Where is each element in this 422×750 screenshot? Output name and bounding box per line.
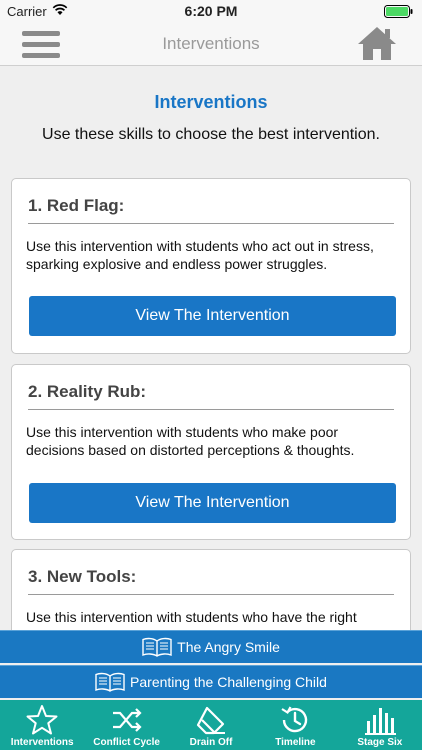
status-time: 6:20 PM bbox=[184, 3, 238, 19]
card-title: 1. Red Flag: bbox=[28, 196, 125, 215]
card-title: 2. Reality Rub: bbox=[28, 382, 147, 401]
tab-interventions[interactable]: Interventions bbox=[0, 700, 84, 750]
card-divider bbox=[28, 223, 394, 224]
history-icon bbox=[281, 706, 308, 733]
status-bar: Carrier 6:20 PM bbox=[0, 0, 422, 22]
home-button[interactable] bbox=[357, 24, 397, 62]
link-label: Parenting the Challenging Child bbox=[130, 674, 327, 690]
link-label: The Angry Smile bbox=[177, 639, 280, 655]
card-divider bbox=[28, 409, 394, 410]
tab-label: Interventions bbox=[10, 737, 74, 748]
view-intervention-button[interactable]: View The Intervention bbox=[29, 296, 396, 336]
shuffle-icon bbox=[112, 708, 142, 732]
intervention-card-reality-rub: 2. Reality Rub: Use this intervention wi… bbox=[11, 364, 411, 540]
card-description: Use this intervention with students who … bbox=[26, 238, 374, 272]
bar-chart-icon bbox=[364, 708, 396, 735]
tab-label: Drain Off bbox=[189, 737, 233, 748]
home-icon bbox=[358, 27, 396, 60]
tab-label: Stage Six bbox=[357, 737, 403, 748]
page-heading: Interventions bbox=[154, 92, 268, 112]
battery-icon bbox=[384, 5, 414, 18]
tab-conflict-cycle[interactable]: Conflict Cycle bbox=[84, 700, 168, 750]
book-icon bbox=[95, 672, 125, 692]
eraser-icon bbox=[196, 706, 226, 735]
star-icon bbox=[26, 705, 58, 735]
content-area[interactable]: Interventions Use these skills to choose… bbox=[0, 67, 422, 630]
tab-bar: Interventions Conflict Cycle Drain Off T… bbox=[0, 700, 422, 750]
navigation-bar: Interventions bbox=[0, 22, 422, 66]
page-subtitle: Use these skills to choose the best inte… bbox=[42, 126, 380, 143]
intervention-card-red-flag: 1. Red Flag: Use this intervention with … bbox=[11, 178, 411, 354]
tab-timeline[interactable]: Timeline bbox=[253, 700, 337, 750]
tab-drain-off[interactable]: Drain Off bbox=[169, 700, 253, 750]
card-description: Use this intervention with students who … bbox=[26, 424, 355, 458]
tab-stage-six[interactable]: Stage Six bbox=[338, 700, 422, 750]
tab-label: Timeline bbox=[275, 737, 316, 748]
card-title: 3. New Tools: bbox=[28, 567, 137, 586]
tab-label: Conflict Cycle bbox=[93, 737, 160, 748]
intervention-card-new-tools: 3. New Tools: Use this intervention with… bbox=[11, 549, 411, 630]
card-divider bbox=[28, 594, 394, 595]
link-the-angry-smile[interactable]: The Angry Smile bbox=[0, 630, 422, 663]
book-icon bbox=[142, 637, 172, 657]
link-parenting-the-challenging-child[interactable]: Parenting the Challenging Child bbox=[0, 665, 422, 698]
view-intervention-button[interactable]: View The Intervention bbox=[29, 483, 396, 523]
card-description: Use this intervention with students who … bbox=[26, 609, 357, 630]
